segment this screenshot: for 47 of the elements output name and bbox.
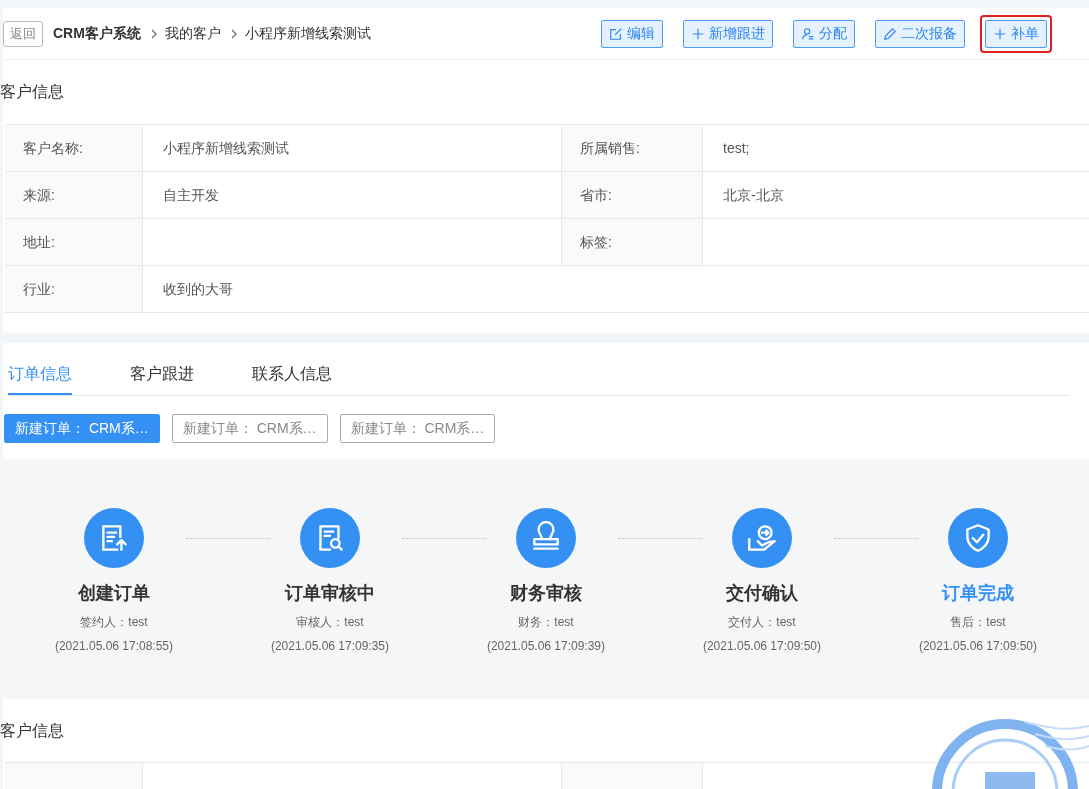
tab[interactable]: 客户跟进 [130,355,194,395]
tab[interactable]: 联系人信息 [252,355,332,395]
step-person: 财务：test [518,614,574,631]
field-value: 北京-北京 [723,185,784,205]
step-time: (2021.05.06 17:09:35) [270,638,390,655]
breadcrumb-item[interactable]: 我的客户 [164,23,221,44]
step-title: 订单完成 [942,582,1014,605]
tab[interactable]: 订单信息 [8,355,72,395]
field-label: 省市: [561,172,703,218]
field-label: 地址: [5,219,143,265]
field-label: 所属销售: [561,125,703,171]
step-person: 审核人：test [296,614,364,631]
field-label: 标签: [561,219,703,265]
field-value: 小程序新增线索测试 [163,138,289,158]
edit-icon [609,26,623,41]
breadcrumb-item[interactable]: 小程序新增线索测试 [244,23,371,44]
section-title: 客户信息 [0,82,64,102]
field-label: 来源: [5,172,143,218]
order-tab[interactable]: 新建订单： CRM系… [339,413,496,443]
section-title: 客户信息 [0,720,64,741]
step-title: 财务审核 [510,582,582,605]
action-button[interactable]: 补单 [980,14,1052,53]
chevron-right-icon [150,28,157,39]
breadcrumb-item[interactable]: CRM客户系统 [53,23,141,44]
pencil-icon [883,26,897,41]
step-time: (2021.05.06 17:08:55) [54,638,174,655]
user-icon [801,26,815,41]
step-person: 售后：test [950,614,1006,631]
field-value: 收到的大哥 [163,279,233,299]
field-value: 自主开发 [163,185,219,205]
step-title: 订单审核中 [285,582,375,605]
step-time: (2021.05.06 17:09:50) [918,638,1038,655]
field-label: 客户名称: [5,125,143,171]
back-button[interactable]: 返回 [3,20,43,47]
order-tab[interactable]: 新建订单： CRM系… [4,413,160,443]
field-label: 行业: [5,266,143,312]
field-value: test; [723,138,750,158]
step-time: (2021.05.06 17:09:50) [702,638,822,655]
chevron-right-icon [230,28,237,39]
step-person: 交付人：test [728,614,796,631]
step-time: (2021.05.06 17:09:39) [486,638,606,655]
plus-icon [993,26,1007,41]
step-title: 交付确认 [726,582,798,605]
order-tab[interactable]: 新建订单： CRM系… [171,413,328,443]
plus-icon [691,26,705,41]
step-person: 签约人：test [80,614,148,631]
step-title: 创建订单 [78,582,150,605]
